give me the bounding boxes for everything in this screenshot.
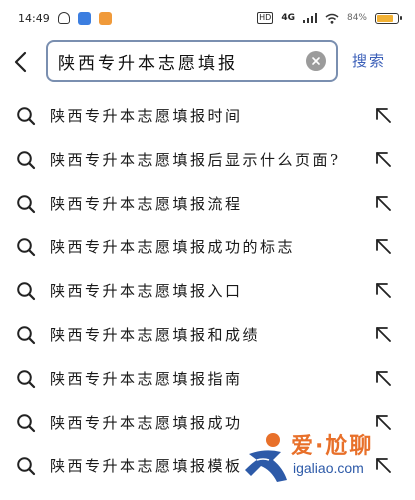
fill-query-arrow-icon[interactable]	[374, 325, 394, 345]
watermark-logo-icon	[245, 433, 287, 482]
suggestion-label: 陕西专升本志愿填报模板	[50, 457, 243, 476]
app-notification-icon-orange	[98, 11, 112, 25]
search-icon	[16, 281, 36, 301]
status-left: 14:49	[18, 11, 112, 25]
suggestion-label: 陕西专升本志愿填报指南	[50, 369, 243, 388]
chevron-left-icon	[14, 51, 27, 73]
watermark-title: 爱·尬聊	[291, 434, 374, 459]
battery-icon	[375, 12, 402, 24]
search-icon	[16, 150, 36, 170]
fill-query-arrow-icon[interactable]	[374, 237, 394, 257]
watermark-url: igaliao.com	[293, 460, 364, 476]
search-icon	[16, 369, 36, 389]
clear-button[interactable]	[306, 51, 326, 71]
search-button[interactable]: 搜索	[352, 50, 386, 71]
network-label: 4G	[281, 13, 295, 23]
battery-percent: 84%	[346, 13, 367, 23]
search-icon	[16, 325, 36, 345]
search-icon	[16, 413, 36, 433]
suggestion-label: 陕西专升本志愿填报流程	[50, 194, 243, 213]
suggestion-label: 陕西专升本志愿填报时间	[50, 107, 243, 125]
suggestion-item[interactable]: 陕西专升本志愿填报和成绩	[0, 313, 415, 357]
close-icon	[312, 57, 320, 65]
suggestion-label: 陕西专升本志愿填报和成绩	[50, 325, 261, 344]
suggestion-item[interactable]: 陕西专升本志愿填报入口	[0, 269, 415, 313]
hd-icon: HD	[257, 12, 274, 24]
search-input[interactable]	[58, 51, 306, 71]
fill-query-arrow-icon[interactable]	[374, 150, 394, 170]
suggestion-label: 陕西专升本志愿填报入口	[50, 282, 243, 301]
status-bar: 14:49 HD 4G 84%	[0, 0, 415, 36]
search-icon	[16, 194, 36, 214]
suggestion-label: 陕西专升本志愿填报后显示什么页面?	[50, 150, 341, 169]
wifi-icon	[325, 13, 339, 24]
suggestion-label: 陕西专升本志愿填报成功	[50, 413, 243, 432]
suggestion-item[interactable]: 陕西专升本志愿填报成功的标志	[0, 225, 415, 269]
suggestion-item[interactable]: 陕西专升本志愿填报流程	[0, 182, 415, 226]
app-notification-icon-blue	[77, 11, 91, 25]
signal-icon	[302, 13, 317, 23]
fill-query-arrow-icon[interactable]	[374, 106, 394, 126]
search-icon	[16, 106, 36, 126]
watermark: 爱·尬聊 igaliao.com	[243, 428, 403, 490]
status-time: 14:49	[18, 11, 50, 25]
status-right: HD 4G 84%	[257, 12, 402, 24]
suggestion-label: 陕西专升本志愿填报成功的标志	[50, 238, 296, 257]
search-header: 搜索	[0, 40, 415, 84]
suggestion-item[interactable]: 陕西专升本志愿填报指南	[0, 357, 415, 401]
search-box[interactable]	[46, 40, 338, 82]
suggestion-item[interactable]: 陕西专升本志愿填报时间	[0, 94, 415, 138]
fill-query-arrow-icon[interactable]	[374, 369, 394, 389]
suggestion-item[interactable]: 陕西专升本志愿填报后显示什么页面?	[0, 138, 415, 182]
fill-query-arrow-icon[interactable]	[374, 281, 394, 301]
app-notification-icon	[57, 12, 70, 24]
search-icon	[16, 456, 36, 476]
fill-query-arrow-icon[interactable]	[374, 194, 394, 214]
back-button[interactable]	[0, 40, 40, 84]
search-icon	[16, 237, 36, 257]
